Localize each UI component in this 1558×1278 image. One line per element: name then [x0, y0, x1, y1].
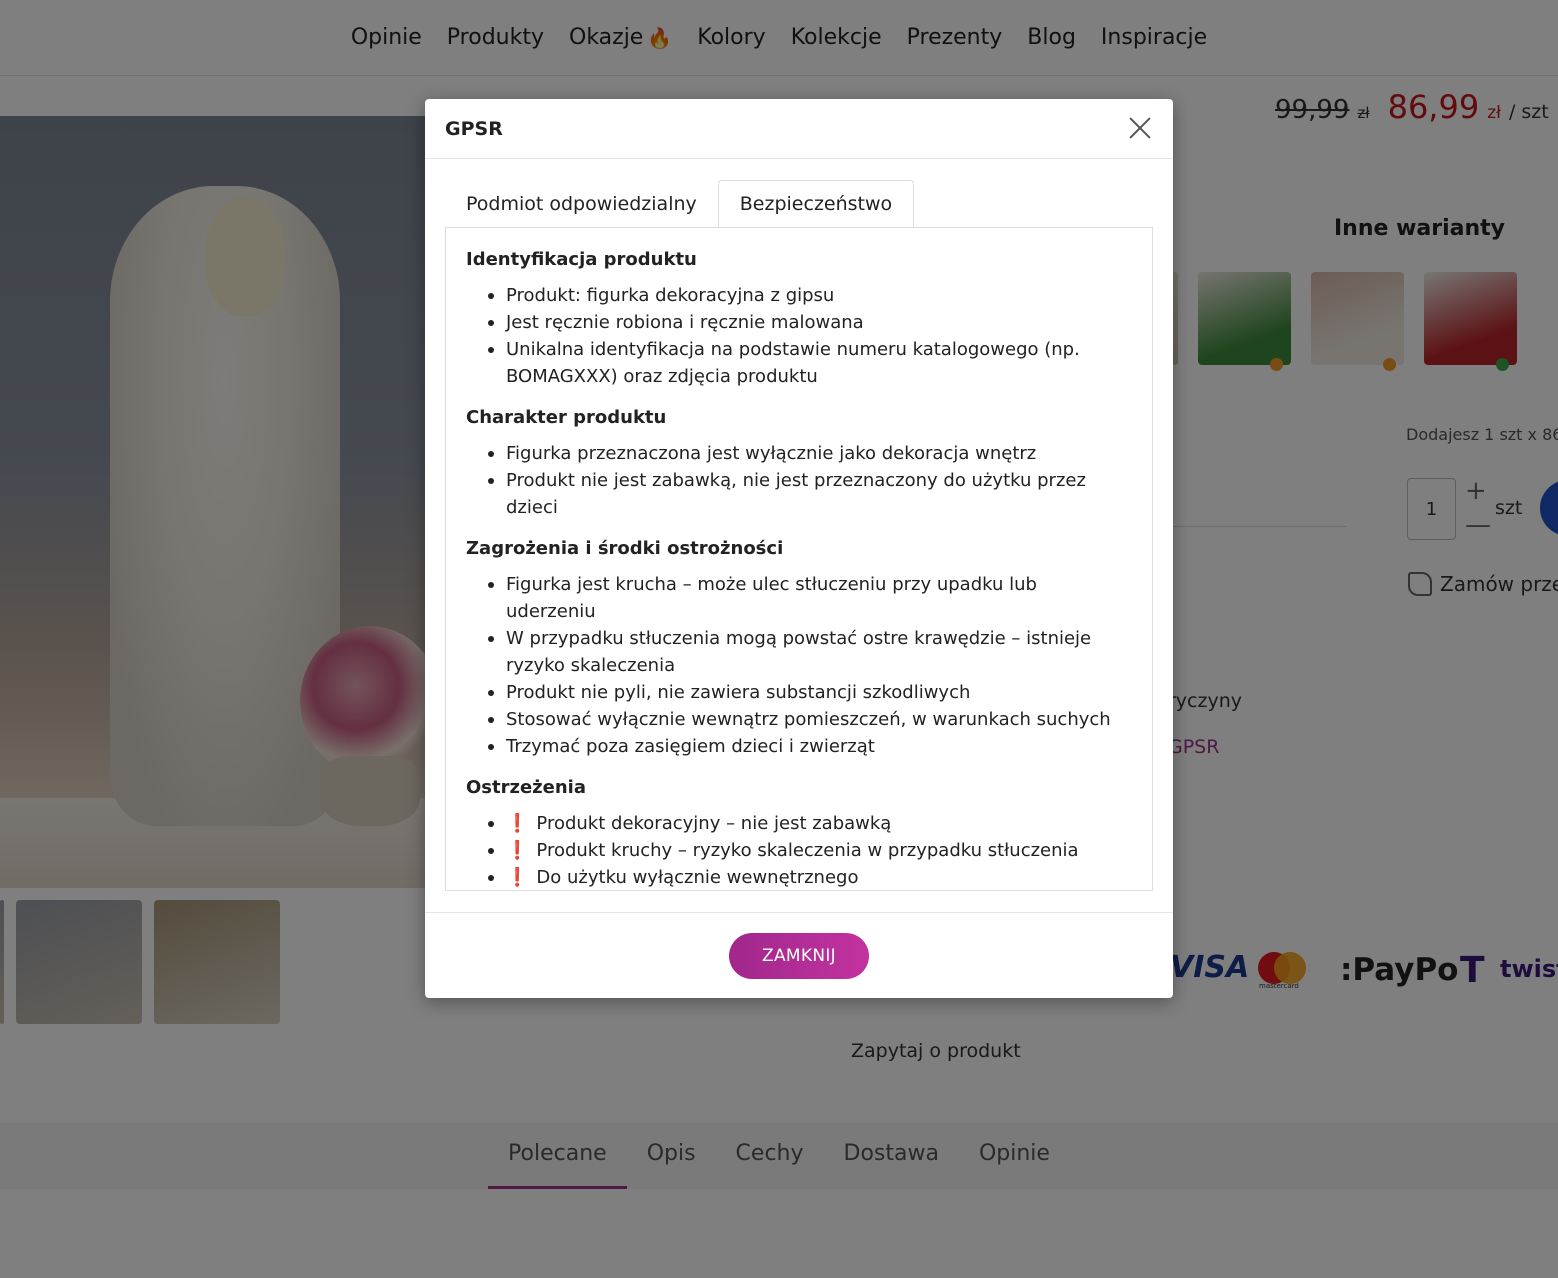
warning-text: Produkt dekoracyjny – nie jest zabawką — [536, 813, 892, 834]
exclamation-icon: ❗ — [506, 867, 529, 888]
section-identyfikacja: Identyfikacja produktu Produkt: figurka … — [466, 248, 1132, 390]
list-item: Produkt nie jest zabawką, nie jest przez… — [486, 467, 1132, 521]
section-title: Zagrożenia i środki ostrożności — [466, 538, 784, 559]
list-item: Figurka przeznaczona jest wyłącznie jako… — [486, 440, 1132, 467]
list-item: ❗ Produkt dekoracyjny – nie jest zabawką — [486, 810, 1132, 837]
warning-text: Produkt kruchy – ryzyko skaleczenia w pr… — [536, 840, 1079, 861]
list-item: Unikalna identyfikacja na podstawie nume… — [486, 336, 1132, 390]
warning-text: Do użytku wyłącznie wewnętrznego — [536, 867, 859, 888]
section-title: Ostrzeżenia — [466, 777, 586, 798]
list-item: Produkt nie pyli, nie zawiera substancji… — [486, 679, 1132, 706]
section-charakter: Charakter produktu Figurka przeznaczona … — [466, 406, 1132, 521]
modal-tabs: Podmiot odpowiedzialny Bezpieczeństwo — [445, 180, 915, 227]
list-item: ❗ Do użytku wyłącznie wewnętrznego — [486, 864, 1132, 890]
list-item: Trzymać poza zasięgiem dzieci i zwierząt — [486, 733, 1132, 760]
section-list: Figurka jest krucha – może ulec stłuczen… — [466, 571, 1132, 760]
exclamation-icon: ❗ — [506, 840, 529, 861]
section-title: Charakter produktu — [466, 407, 667, 428]
modal-header: GPSR — [425, 99, 1173, 159]
modal-footer: ZAMKNIJ — [425, 912, 1173, 998]
list-item: Jest ręcznie robiona i ręcznie malowana — [486, 309, 1132, 336]
list-item: ❗ Produkt kruchy – ryzyko skaleczenia w p… — [486, 837, 1132, 864]
section-title: Identyfikacja produktu — [466, 249, 697, 270]
section-list: Produkt: figurka dekoracyjna z gipsu Jes… — [466, 282, 1132, 390]
section-ostrzezenia: Ostrzeżenia ❗ Produkt dekoracyjny – nie j… — [466, 776, 1132, 890]
section-list: Figurka przeznaczona jest wyłącznie jako… — [466, 440, 1132, 521]
list-item: Produkt: figurka dekoracyjna z gipsu — [486, 282, 1132, 309]
close-button[interactable]: ZAMKNIJ — [729, 932, 869, 979]
section-zagrozenia: Zagrożenia i środki ostrożności Figurka … — [466, 537, 1132, 760]
gpsr-modal: GPSR Podmiot odpowiedzialny Bezpieczeńst… — [425, 99, 1173, 998]
modal-title: GPSR — [445, 117, 503, 140]
tab-podmiot-odpowiedzialny[interactable]: Podmiot odpowiedzialny — [445, 180, 718, 227]
list-item: Stosować wyłącznie wewnątrz pomieszczeń,… — [486, 706, 1132, 733]
section-list: ❗ Produkt dekoracyjny – nie jest zabawką … — [466, 810, 1132, 890]
list-item: Figurka jest krucha – może ulec stłuczen… — [486, 571, 1132, 625]
list-item: W przypadku stłuczenia mogą powstać ostr… — [486, 625, 1132, 679]
tab-bezpieczenstwo[interactable]: Bezpieczeństwo — [717, 180, 915, 227]
exclamation-icon: ❗ — [506, 813, 529, 834]
safety-panel: Identyfikacja produktu Produkt: figurka … — [445, 227, 1153, 891]
close-icon[interactable] — [1125, 113, 1155, 143]
